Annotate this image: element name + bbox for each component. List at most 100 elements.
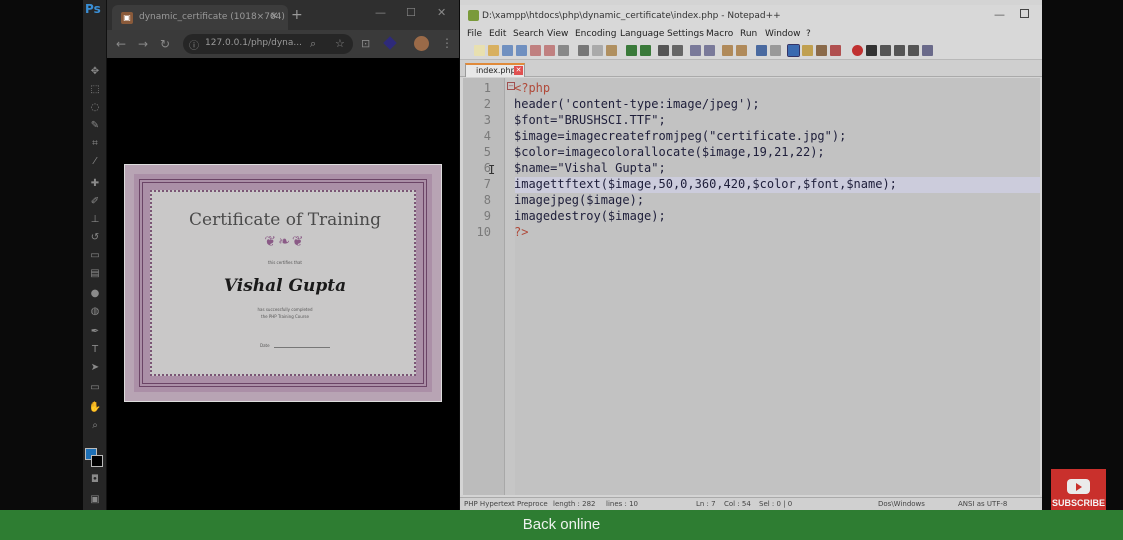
- eraser-tool-icon[interactable]: ▭: [88, 250, 102, 262]
- maximize-icon[interactable]: ☐: [406, 6, 416, 19]
- site-info-icon[interactable]: ⓘ: [189, 37, 199, 52]
- editor-window: D:\xampp\htdocs\php\dynamic_certificate\…: [460, 0, 1042, 510]
- new-tab-button[interactable]: +: [291, 8, 303, 22]
- code-line: imagejpeg($image);: [514, 193, 645, 207]
- word-wrap-icon[interactable]: [756, 45, 767, 56]
- paste-icon[interactable]: [606, 45, 617, 56]
- browser-tab[interactable]: ▣ dynamic_certificate (1018×764) ✕: [112, 5, 288, 30]
- menu-edit[interactable]: Edit: [489, 29, 506, 39]
- menu-encoding[interactable]: Encoding: [575, 29, 616, 39]
- menu-file[interactable]: File: [467, 29, 482, 39]
- back-arrow-icon[interactable]: ←: [116, 37, 126, 51]
- toolbar: ← → ↻ ⓘ 127.0.0.1/php/dyna... ⌕ ☆ ⊡ ⋮: [107, 30, 459, 58]
- blur-tool-icon[interactable]: ●: [88, 288, 102, 300]
- menu-language[interactable]: Language: [620, 29, 664, 39]
- zoom-icon[interactable]: ⌕: [310, 37, 316, 51]
- file-tabs: index.php ✕: [460, 60, 1042, 77]
- find-icon[interactable]: [658, 45, 669, 56]
- menu-window[interactable]: Window: [765, 29, 801, 39]
- quick-select-tool-icon[interactable]: ✎: [88, 120, 102, 132]
- run-multiple-macro-icon[interactable]: [894, 45, 905, 56]
- date-label: Date: [260, 343, 270, 348]
- zoom-tool-icon[interactable]: ⌕: [88, 420, 102, 432]
- dodge-tool-icon[interactable]: ◍: [88, 306, 102, 318]
- copy-icon[interactable]: [592, 45, 603, 56]
- replace-icon[interactable]: [672, 45, 683, 56]
- doc-map-icon[interactable]: [816, 45, 827, 56]
- open-file-icon[interactable]: [488, 45, 499, 56]
- path-select-tool-icon[interactable]: ➤: [88, 362, 102, 374]
- photoshop-toolbar: Ps ✥ ⬚ ◌ ✎ ⌗ ⁄ ✚ ✐ ⊥ ↺ ▭ ▤ ● ◍ ✒ T ➤ ▭ ✋…: [83, 0, 107, 510]
- print-icon[interactable]: [558, 45, 569, 56]
- history-brush-tool-icon[interactable]: ↺: [88, 232, 102, 244]
- youtube-play-icon: [1067, 479, 1090, 494]
- stop-macro-icon[interactable]: [866, 45, 877, 56]
- function-list-icon[interactable]: [830, 45, 841, 56]
- crop-tool-icon[interactable]: ⌗: [88, 138, 102, 150]
- redo-icon[interactable]: [640, 45, 651, 56]
- show-all-chars-icon[interactable]: [770, 45, 781, 56]
- tab-close-icon[interactable]: ✕: [514, 66, 523, 75]
- minimize-icon[interactable]: —: [994, 8, 1005, 21]
- close-icon[interactable]: ✕: [437, 6, 446, 19]
- editor-window-title: D:\xampp\htdocs\php\dynamic_certificate\…: [482, 11, 781, 21]
- screen-mode-icon[interactable]: ▣: [88, 494, 102, 506]
- zoom-out-icon[interactable]: [704, 45, 715, 56]
- reload-icon[interactable]: ↻: [160, 37, 170, 51]
- address-bar[interactable]: ⓘ 127.0.0.1/php/dyna...: [183, 34, 353, 54]
- menu-run[interactable]: Run: [740, 29, 757, 39]
- certificate-text-line-1: has successfully completed: [257, 307, 313, 312]
- pen-tool-icon[interactable]: ✒: [88, 326, 102, 338]
- minimize-icon[interactable]: —: [375, 6, 386, 19]
- menu-help[interactable]: ?: [806, 29, 811, 39]
- code-editor[interactable]: 1 2 3 4 5 6 7 8 9 10 − I <?php header('c…: [463, 78, 1040, 495]
- new-file-icon[interactable]: [474, 45, 485, 56]
- close-file-icon[interactable]: [530, 45, 541, 56]
- zoom-in-icon[interactable]: [690, 45, 701, 56]
- save-all-icon[interactable]: [516, 45, 527, 56]
- menu-settings[interactable]: Settings: [667, 29, 704, 39]
- more-menu-icon[interactable]: ⋮: [441, 36, 453, 50]
- tab-close-icon[interactable]: ✕: [270, 11, 278, 22]
- tab-label: index.php: [476, 66, 516, 75]
- subscribe-button[interactable]: SUBSCRIBE: [1051, 469, 1106, 511]
- hand-tool-icon[interactable]: ✋: [88, 402, 102, 414]
- move-tool-icon[interactable]: ✥: [88, 66, 102, 78]
- extension-icon[interactable]: [383, 36, 397, 50]
- eyedropper-tool-icon[interactable]: ⁄: [88, 156, 102, 168]
- brush-tool-icon[interactable]: ✐: [88, 196, 102, 208]
- indent-guide-icon[interactable]: [787, 44, 800, 57]
- menu-macro[interactable]: Macro: [706, 29, 733, 39]
- sync-vertical-icon[interactable]: [722, 45, 733, 56]
- quick-mask-icon[interactable]: ◘: [88, 474, 102, 486]
- marquee-tool-icon[interactable]: ⬚: [88, 84, 102, 96]
- sync-horizontal-icon[interactable]: [736, 45, 747, 56]
- cut-icon[interactable]: [578, 45, 589, 56]
- healing-tool-icon[interactable]: ✚: [88, 178, 102, 190]
- undo-icon[interactable]: [626, 45, 637, 56]
- recipient-name: Vishal Gupta: [223, 276, 347, 296]
- tab-index-php[interactable]: index.php ✕: [465, 63, 525, 77]
- type-tool-icon[interactable]: T: [88, 344, 102, 356]
- gradient-tool-icon[interactable]: ▤: [88, 268, 102, 280]
- shape-tool-icon[interactable]: ▭: [88, 382, 102, 394]
- record-macro-icon[interactable]: [852, 45, 863, 56]
- profile-avatar[interactable]: [414, 36, 429, 51]
- maximize-icon[interactable]: [1020, 9, 1029, 18]
- user-language-icon[interactable]: [802, 45, 813, 56]
- background-color-swatch[interactable]: [91, 455, 103, 467]
- play-macro-icon[interactable]: [880, 45, 891, 56]
- save-icon[interactable]: [502, 45, 513, 56]
- stamp-tool-icon[interactable]: ⊥: [88, 214, 102, 226]
- close-all-icon[interactable]: [544, 45, 555, 56]
- bookmark-star-icon[interactable]: ☆: [335, 37, 345, 51]
- menu-view[interactable]: View: [547, 29, 568, 39]
- lasso-tool-icon[interactable]: ◌: [88, 102, 102, 114]
- page-viewport: Certificate of Training ❦❧❦ this certifi…: [107, 58, 459, 510]
- camera-icon[interactable]: ⊡: [361, 37, 370, 51]
- forward-arrow-icon[interactable]: →: [138, 37, 148, 51]
- menu-search[interactable]: Search: [513, 29, 544, 39]
- settings-toolbar-icon[interactable]: [922, 45, 933, 56]
- save-macro-icon[interactable]: [908, 45, 919, 56]
- browser-window: ▣ dynamic_certificate (1018×764) ✕ + — ☐…: [107, 0, 459, 510]
